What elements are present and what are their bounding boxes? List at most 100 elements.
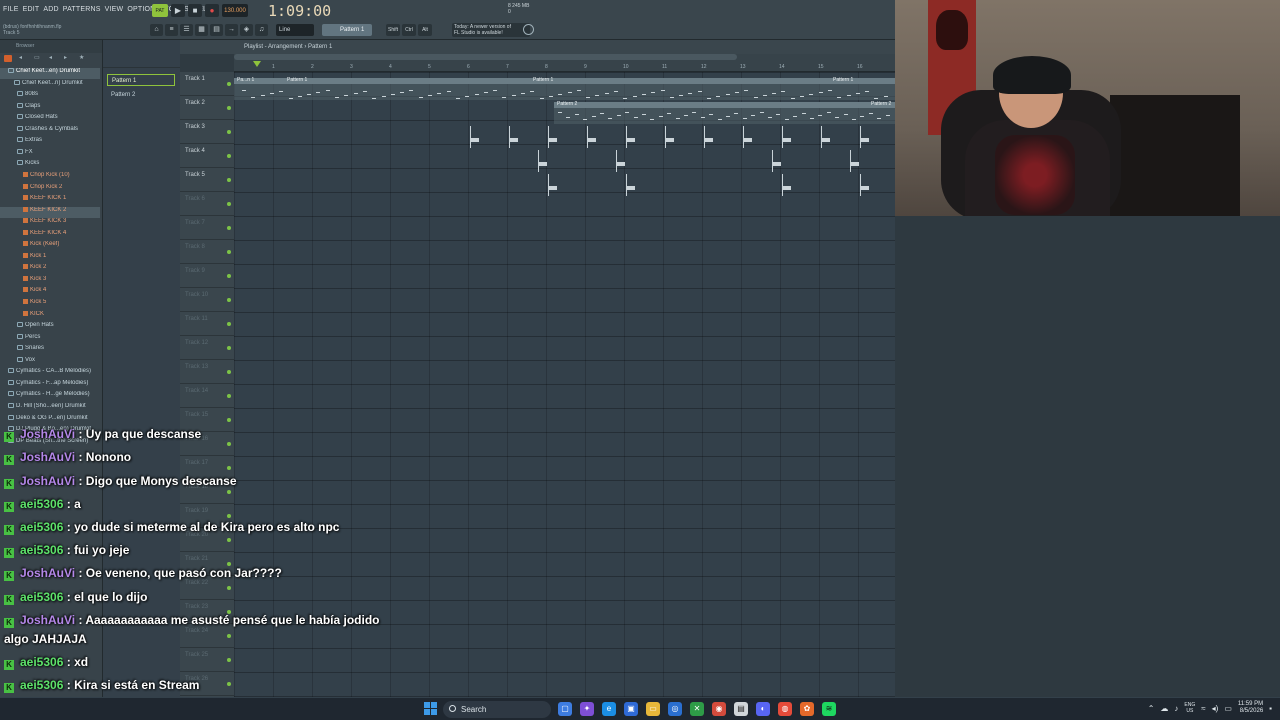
track-header[interactable]: Track 11 <box>180 312 234 336</box>
track-header[interactable]: Track 13 <box>180 360 234 384</box>
outlook-icon[interactable]: ◎ <box>668 702 682 716</box>
modifier-ctrl-button[interactable]: Ctrl <box>402 24 416 36</box>
hat-clip[interactable] <box>470 126 479 148</box>
track-header[interactable]: Track 3 <box>180 120 234 144</box>
browser-folder[interactable]: Snares <box>0 345 100 356</box>
menu-view[interactable]: VIEW <box>105 6 124 13</box>
track-header[interactable]: Track 8 <box>180 240 234 264</box>
wifi-icon[interactable]: ≈ <box>1201 704 1205 713</box>
plugin-icon[interactable]: ◈ <box>240 24 253 36</box>
track-mute-led[interactable] <box>227 82 231 86</box>
menu-file[interactable]: FILE <box>3 6 19 13</box>
browser-folder[interactable]: FX <box>0 148 100 160</box>
kick-clip-track-4[interactable] <box>850 150 864 172</box>
chrome-icon[interactable]: ◉ <box>712 702 726 716</box>
track-mute-led[interactable] <box>227 178 231 182</box>
track-mute-led[interactable] <box>227 370 231 374</box>
playhead-marker[interactable] <box>253 61 261 67</box>
battery-icon[interactable]: ▭ <box>1224 704 1232 713</box>
browser-star-icon[interactable]: ★ <box>79 55 87 62</box>
pattern-1-clip[interactable]: Pattern 1 <box>284 77 530 100</box>
hat-clip[interactable] <box>743 126 752 148</box>
news-panel[interactable]: Today: A newer version of FL Studio is a… <box>452 23 530 37</box>
record-icon[interactable]: ● <box>205 4 219 17</box>
hat-clip[interactable] <box>626 126 635 148</box>
mic-tray-icon[interactable]: ♪ <box>1174 704 1178 713</box>
browser-folder[interactable]: Closed Hats <box>0 114 100 125</box>
channel-rack-icon[interactable]: ▦ <box>195 24 208 36</box>
discord-icon[interactable]: ◐ <box>756 702 770 716</box>
browser-folder[interactable]: D. Hill (Sho...een) Drumkit <box>0 402 100 414</box>
track-mute-led[interactable] <box>227 250 231 254</box>
browser-folder[interactable]: Chief Keef...en) Drumkit <box>0 68 100 79</box>
xbox-icon[interactable]: ✕ <box>690 702 704 716</box>
browser-folder[interactable]: Cymatics - F...ap Melodies) <box>0 379 100 391</box>
track-mute-led[interactable] <box>227 202 231 206</box>
stop-icon[interactable]: ■ <box>188 4 202 17</box>
taskbar-clock[interactable]: 11:59 PM 8/5/2026 <box>1238 701 1263 715</box>
browser-folder[interactable]: Cymatics - CA...B Melodies) <box>0 368 100 379</box>
track-mute-led[interactable] <box>227 298 231 302</box>
browser-back-icon[interactable]: ◂ <box>19 55 27 62</box>
browser-folder[interactable]: Open Hats <box>0 322 100 333</box>
track-mute-led[interactable] <box>227 418 231 422</box>
update-icon[interactable] <box>523 24 534 35</box>
browser-folder[interactable]: Cymatics - H...ge Melodies) <box>0 391 100 402</box>
pattern-selector[interactable]: Pattern 1 <box>322 24 372 36</box>
track-mute-led[interactable] <box>227 106 231 110</box>
browser-sample[interactable]: Kick 2 <box>0 264 100 275</box>
cloud-icon[interactable]: ☁ <box>1160 704 1168 713</box>
track-mute-led[interactable] <box>227 322 231 326</box>
track-header[interactable]: Track 4 <box>180 144 234 168</box>
kick-clip-track-5[interactable] <box>548 174 562 196</box>
browser-folder[interactable]: Kicks <box>0 160 100 171</box>
browser-sample[interactable]: KEEF KICK 1 <box>0 195 100 206</box>
browser-collapse-icon[interactable]: ◂ <box>49 55 57 62</box>
browser-sample[interactable]: Kick (Keef) <box>0 241 100 252</box>
spotify-icon[interactable]: ≋ <box>822 702 836 716</box>
browser-sample[interactable]: Chop Kick (10) <box>0 171 100 183</box>
browser-folder[interactable]: Percs <box>0 333 100 345</box>
track-mute-led[interactable] <box>227 394 231 398</box>
browser-folder[interactable]: Crashes & Cymbals <box>0 125 100 137</box>
browser-folder[interactable]: Chief Keef...n) Drumkit <box>0 79 100 91</box>
browser-sample[interactable]: Kick 1 <box>0 252 100 264</box>
pattern-1-clip[interactable]: Pattern 1 <box>530 77 830 100</box>
language-indicator[interactable]: ENG US <box>1184 702 1195 714</box>
magnet-icon[interactable]: ⌂ <box>150 24 163 36</box>
track-header[interactable]: Track 2 <box>180 96 234 120</box>
piano-roll-icon[interactable]: ☰ <box>180 24 193 36</box>
track-header[interactable]: Track 14 <box>180 384 234 408</box>
track-header[interactable]: Track 5 <box>180 168 234 192</box>
browser-folder[interactable]: Claps <box>0 102 100 114</box>
track-mute-led[interactable] <box>227 274 231 278</box>
kick-clip-track-5[interactable] <box>860 174 874 196</box>
browser-folder[interactable]: Vox <box>0 356 100 368</box>
horizontal-scrollbar[interactable] <box>234 54 737 60</box>
edge-icon[interactable]: e <box>602 702 616 716</box>
mixer-icon[interactable]: ≡ <box>165 24 178 36</box>
browser-folder[interactable]: 808s <box>0 91 100 102</box>
pattern-1-clip[interactable]: Pa...n 1 <box>234 77 284 100</box>
track-mute-led[interactable] <box>227 226 231 230</box>
track-header[interactable]: Track 10 <box>180 288 234 312</box>
track-header[interactable]: Track 7 <box>180 216 234 240</box>
snap-selector[interactable]: Line <box>276 24 314 36</box>
hat-clip[interactable] <box>821 126 830 148</box>
menu-add[interactable]: ADD <box>43 6 58 13</box>
store-icon[interactable]: ▣ <box>624 702 638 716</box>
track-header[interactable]: Track 9 <box>180 264 234 288</box>
play-icon[interactable]: ▶ <box>171 4 185 17</box>
mic-icon[interactable]: ♫ <box>255 24 268 36</box>
browser-sample[interactable]: Kick 4 <box>0 287 100 298</box>
menu-edit[interactable]: EDIT <box>23 6 40 13</box>
browser-folder[interactable]: Extras <box>0 137 100 148</box>
obs-icon[interactable]: ◍ <box>778 702 792 716</box>
hat-clip[interactable] <box>860 126 869 148</box>
track-header[interactable]: Track 1 <box>180 72 234 96</box>
kick-clip-track-4[interactable] <box>538 150 552 172</box>
explorer-icon[interactable]: ▭ <box>646 702 660 716</box>
browser-sample[interactable]: Kick 5 <box>0 299 100 310</box>
kick-clip-track-5[interactable] <box>626 174 640 196</box>
browser-expand-icon[interactable]: ▸ <box>64 55 72 62</box>
